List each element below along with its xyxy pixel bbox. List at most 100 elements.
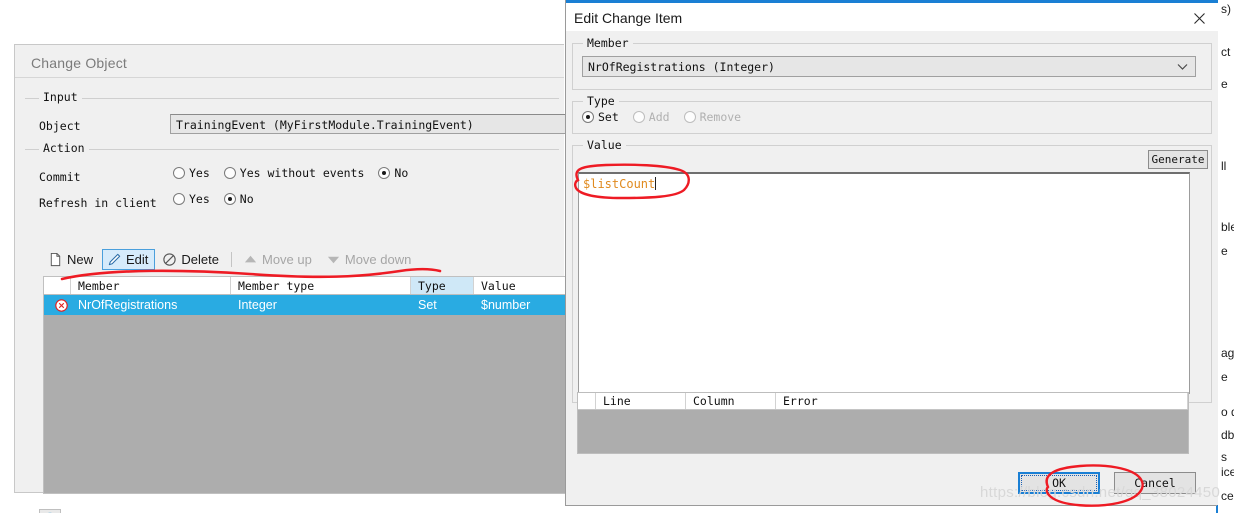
close-icon xyxy=(1193,12,1205,24)
background-text-fragment: o de xyxy=(1221,405,1234,419)
move-up-button[interactable]: Move up xyxy=(238,249,319,270)
radio-dot-icon xyxy=(683,111,696,123)
pencil-icon xyxy=(108,253,121,266)
dialog-title-bar[interactable]: Edit Change Item xyxy=(566,3,1218,31)
radio-dot-icon xyxy=(378,167,391,179)
dialog-body: Member NrOfRegistrations (Integer) Type … xyxy=(566,31,1218,505)
delete-button[interactable]: Delete xyxy=(157,249,226,270)
table-header-status[interactable] xyxy=(44,277,71,294)
errors-header-line[interactable]: Line xyxy=(596,393,686,409)
radio-label: Add xyxy=(648,110,670,124)
new-button-label: New xyxy=(67,252,94,267)
object-label: Object xyxy=(39,119,81,133)
background-text-fragment: s) xyxy=(1221,2,1231,16)
errors-header-error[interactable]: Error xyxy=(776,393,1188,409)
commit-radio-no[interactable]: No xyxy=(378,166,408,180)
input-group-label: Input xyxy=(39,90,82,104)
table-header-type[interactable]: Type xyxy=(411,277,474,294)
errors-table[interactable]: Line Column Error xyxy=(577,392,1189,454)
watermark: https://blog.csdn.net/qq_38024450 xyxy=(980,484,1221,501)
close-button[interactable] xyxy=(1188,8,1210,28)
screen: s) ct e ll ble e age e o de dba s ice ce… xyxy=(0,0,1234,513)
radio-label: Yes xyxy=(189,166,210,180)
radio-dot-icon xyxy=(173,167,185,179)
chevron-down-icon xyxy=(1177,64,1188,70)
refresh-radio-yes[interactable]: Yes xyxy=(173,192,210,206)
refresh-radio-no[interactable]: No xyxy=(223,192,254,206)
background-text-fragment: dba xyxy=(1221,428,1234,442)
dialog-title: Edit Change Item xyxy=(574,10,683,26)
value-text: $listCount xyxy=(583,177,656,191)
table-header: Member Member type Type Value xyxy=(44,277,578,295)
background-text-fragment: e xyxy=(1221,370,1228,384)
radio-label: Yes without events xyxy=(239,166,365,180)
change-items-table[interactable]: Member Member type Type Value NrOfRegist… xyxy=(43,276,579,494)
move-down-button[interactable]: Move down xyxy=(321,249,418,270)
radio-label: No xyxy=(394,166,409,180)
background-text-fragment: ble xyxy=(1221,220,1234,234)
background-text-fragment: ce xyxy=(1221,489,1234,503)
row-type: Set xyxy=(418,298,437,312)
value-group-label: Value xyxy=(583,138,626,152)
table-header-member-type[interactable]: Member type xyxy=(231,277,411,294)
radio-dot-icon xyxy=(223,193,236,205)
new-button[interactable]: New xyxy=(43,249,100,270)
background-text-fragment: age xyxy=(1221,346,1234,360)
type-radio-remove[interactable]: Remove xyxy=(683,110,742,124)
edit-button[interactable]: Edit xyxy=(102,249,156,270)
generate-button[interactable]: Generate xyxy=(1148,150,1208,169)
triangle-down-icon xyxy=(327,256,339,264)
radio-label: Remove xyxy=(699,110,742,124)
edit-button-label: Edit xyxy=(126,252,149,267)
commit-radio-group: Yes Yes without events No xyxy=(173,166,422,180)
row-status-cell xyxy=(44,298,71,312)
member-group: Member NrOfRegistrations (Integer) xyxy=(572,36,1212,90)
background-text-fragment: ice xyxy=(1221,465,1234,479)
generate-button-label: Generate xyxy=(1151,153,1205,166)
errors-header-status[interactable] xyxy=(578,393,596,409)
member-dropdown[interactable]: NrOfRegistrations (Integer) xyxy=(582,56,1196,77)
radio-label: Yes xyxy=(189,192,210,206)
row-member: NrOfRegistrations xyxy=(78,298,178,312)
radio-label: Set xyxy=(598,110,619,124)
radio-dot-icon xyxy=(582,111,594,123)
errors-header-column[interactable]: Column xyxy=(686,393,776,409)
move-down-button-label: Move down xyxy=(344,252,412,267)
toolbar-separator xyxy=(231,252,232,267)
type-group-label: Type xyxy=(583,94,619,108)
errors-table-header: Line Column Error xyxy=(578,393,1188,410)
help-button[interactable]: ? xyxy=(39,509,61,513)
background-text-fragment: e xyxy=(1221,244,1228,258)
radio-dot-icon xyxy=(223,167,236,179)
background-text-fragment: ct xyxy=(1221,45,1231,59)
commit-radio-yes-without-events[interactable]: Yes without events xyxy=(223,166,365,180)
move-up-button-label: Move up xyxy=(262,252,312,267)
triangle-up-icon xyxy=(244,255,257,263)
table-header-value[interactable]: Value xyxy=(474,277,578,294)
background-text-fragment: s xyxy=(1221,450,1227,464)
value-group: Value Generate $listCount xyxy=(572,138,1212,403)
delete-button-label: Delete xyxy=(181,252,219,267)
table-header-member[interactable]: Member xyxy=(71,277,231,294)
table-row[interactable]: NrOfRegistrations Integer Set $number xyxy=(44,295,578,315)
row-member-type: Integer xyxy=(238,298,277,312)
radio-dot-icon xyxy=(173,193,185,205)
background-text-fragment: e xyxy=(1221,77,1228,91)
type-radio-set[interactable]: Set xyxy=(582,110,619,124)
page-title: Change Object xyxy=(31,55,127,71)
commit-radio-yes[interactable]: Yes xyxy=(173,166,210,180)
value-code-editor[interactable]: $listCount xyxy=(578,172,1190,394)
new-document-icon xyxy=(50,252,61,267)
text-caret xyxy=(655,177,657,190)
row-value: $number xyxy=(481,298,531,312)
refresh-radio-group: Yes No xyxy=(173,192,268,206)
change-items-toolbar: New Edit Delete Move up Move down xyxy=(43,248,420,271)
object-input[interactable]: TrainingEvent (MyFirstModule.TrainingEve… xyxy=(170,114,579,134)
type-group: Type Set Add Remove xyxy=(572,94,1212,134)
type-radio-group: Set Add Remove xyxy=(582,110,755,124)
action-group-label: Action xyxy=(39,141,89,155)
type-radio-add[interactable]: Add xyxy=(632,110,670,124)
member-group-label: Member xyxy=(583,36,633,50)
radio-label: No xyxy=(239,192,254,206)
change-object-panel: Change Object Input Object TrainingEvent… xyxy=(14,44,579,513)
